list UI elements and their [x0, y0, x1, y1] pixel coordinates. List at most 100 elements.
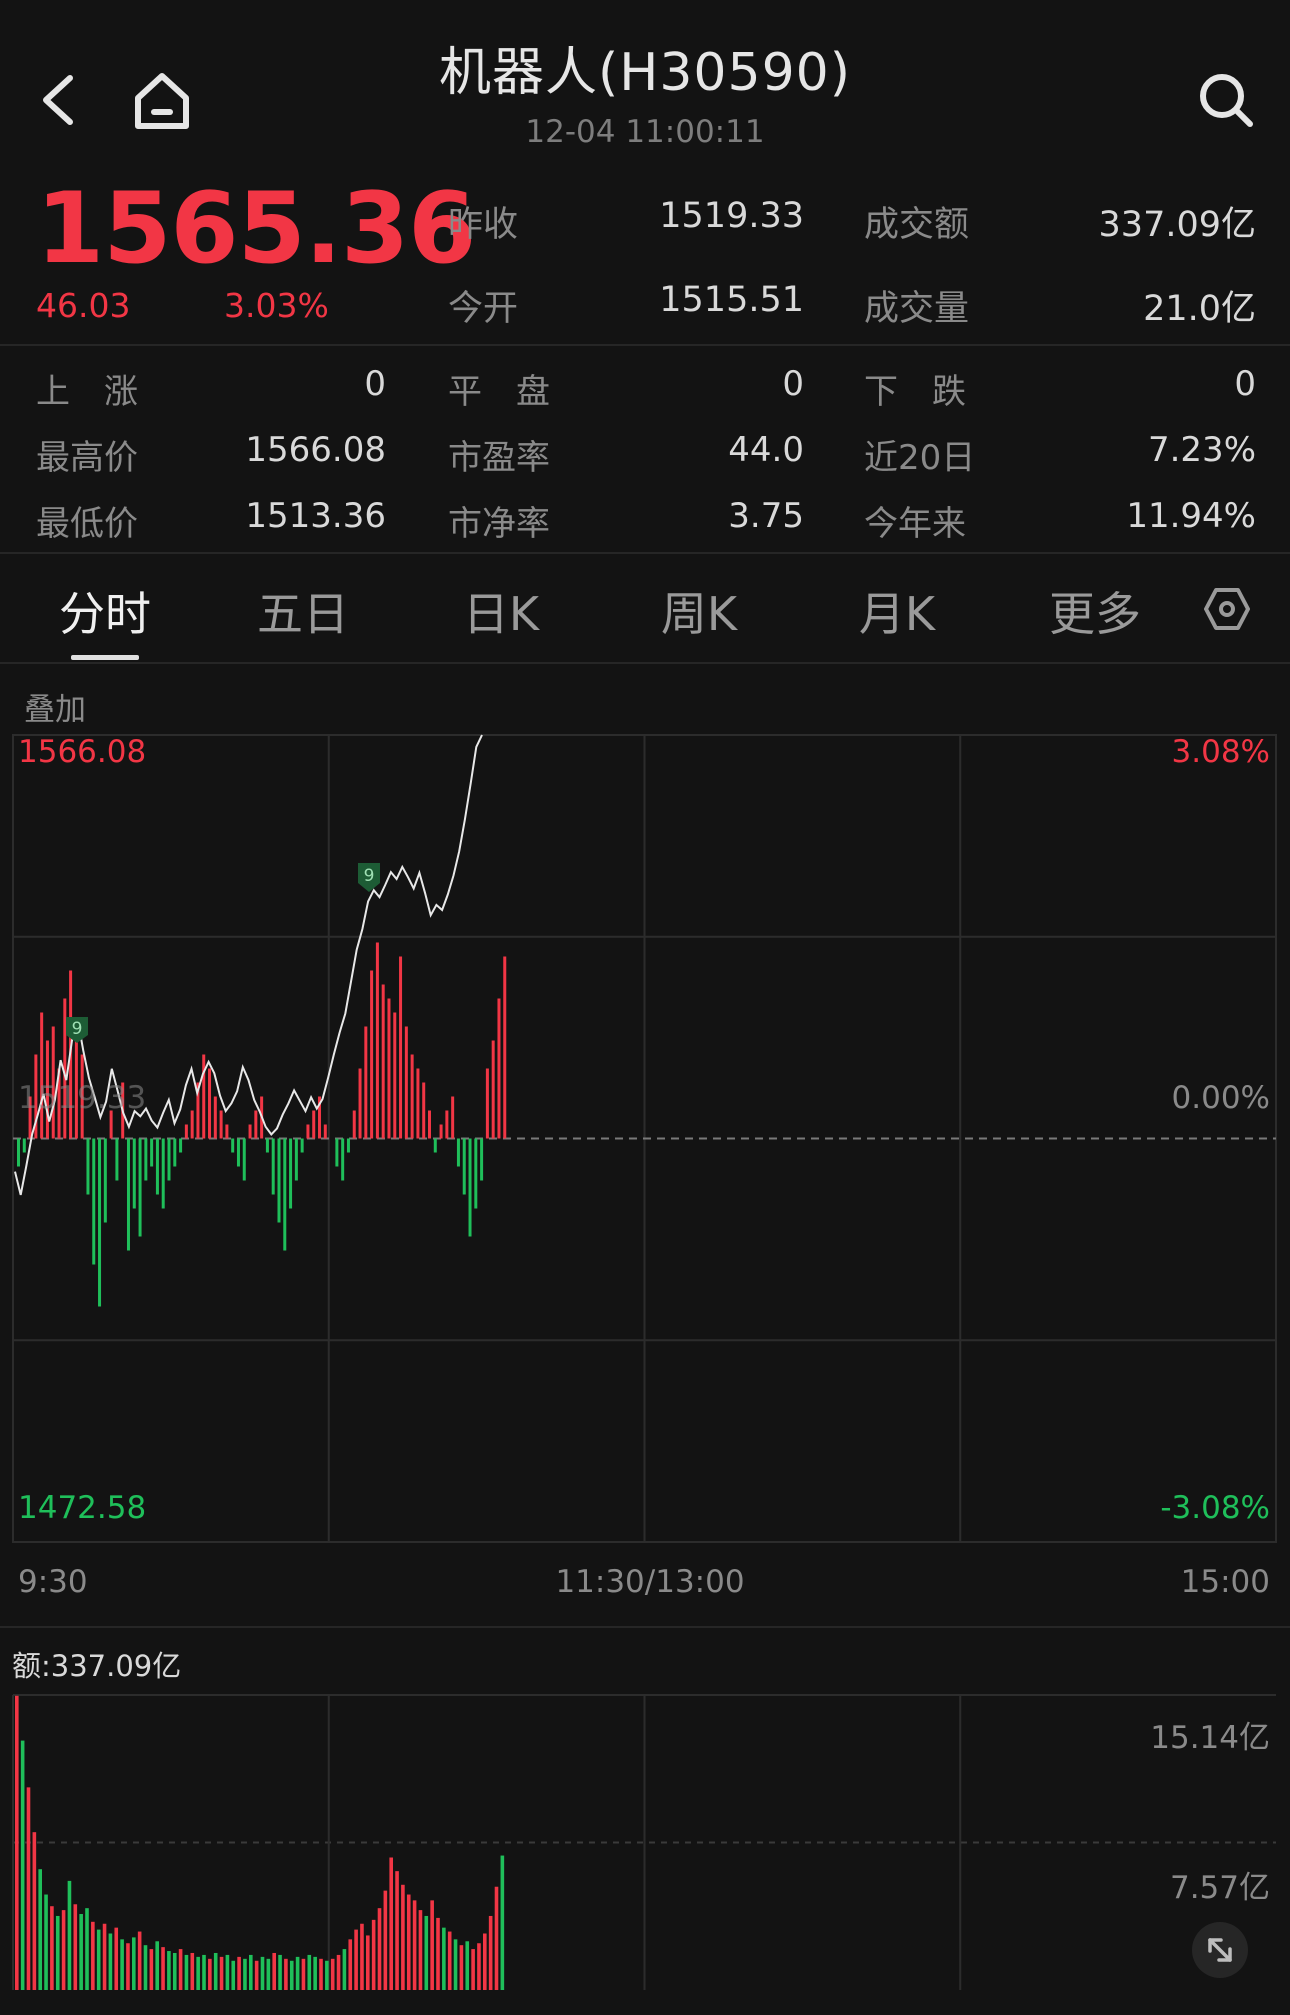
price-change: 46.03 — [36, 286, 131, 325]
momentum-bar — [387, 998, 391, 1139]
stat-value-20d: 7.23% — [1147, 430, 1256, 470]
volume-bar — [430, 1900, 434, 1990]
momentum-bar — [138, 1138, 142, 1237]
time-axis-mid: 11:30/13:00 — [555, 1564, 745, 1600]
momentum-bar — [98, 1138, 102, 1307]
volume-bar — [237, 1956, 241, 1990]
volume-bar — [319, 1958, 323, 1990]
momentum-bar — [335, 1138, 339, 1167]
momentum-bar — [225, 1124, 229, 1139]
volume-bar — [143, 1945, 148, 1990]
momentum-bar — [22, 1138, 26, 1153]
volume-bar — [483, 1933, 487, 1990]
stat-label-fall: 下 跌 — [864, 372, 966, 412]
prev-close-value: 1519.33 — [659, 196, 804, 236]
event-markers: 9 9 — [66, 863, 380, 1043]
event-marker-text: 9 — [364, 866, 375, 886]
volume-bar — [412, 1900, 417, 1990]
volume-bar — [85, 1908, 89, 1990]
turnover-label: 成交额 — [864, 205, 970, 245]
current-price: 1565.36 — [36, 172, 476, 286]
stat-value-ytd: 11.94% — [1126, 496, 1256, 536]
volume-bar — [20, 1740, 25, 1990]
volume-bar — [307, 1954, 312, 1990]
volume-bar — [254, 1960, 259, 1990]
chart-settings-icon[interactable] — [1204, 586, 1250, 632]
stat-value-fall: 0 — [1234, 364, 1256, 404]
volume-bar — [102, 1923, 107, 1990]
momentum-bar — [265, 1138, 269, 1153]
volume-bar — [190, 1952, 195, 1990]
momentum-bar — [277, 1138, 281, 1223]
divider — [0, 552, 1290, 554]
stat-value-rise: 0 — [364, 364, 386, 404]
volume-bar — [249, 1954, 253, 1990]
overlay-button[interactable]: 叠加 — [24, 684, 86, 729]
momentum-bar — [208, 1068, 212, 1139]
volume-bar — [61, 1910, 66, 1990]
momentum-bar — [341, 1138, 345, 1181]
momentum-bar — [236, 1138, 240, 1167]
volume-bar — [284, 1958, 288, 1990]
volume-bar — [149, 1949, 154, 1990]
momentum-bar — [167, 1138, 171, 1181]
momentum-bar — [294, 1138, 298, 1181]
volume-bar — [161, 1947, 165, 1990]
tab-monthly-k[interactable]: 月K — [832, 578, 962, 644]
momentum-bar — [86, 1138, 90, 1195]
stat-value-pe: 44.0 — [728, 430, 804, 470]
search-icon[interactable] — [1196, 70, 1256, 130]
turnover-chart[interactable] — [0, 1690, 1290, 1990]
momentum-bar — [358, 1068, 362, 1139]
tab-five-day[interactable]: 五日 — [238, 578, 368, 644]
volume-bar — [213, 1952, 218, 1990]
volume-bar — [295, 1956, 300, 1990]
volume-bar — [377, 1908, 382, 1990]
volume-bar — [243, 1958, 247, 1990]
momentum-bar — [219, 1110, 223, 1139]
momentum-bar — [103, 1138, 107, 1223]
volume-bar — [114, 1927, 119, 1990]
tab-daily-k[interactable]: 日K — [436, 578, 566, 644]
volume-bar — [260, 1956, 265, 1990]
stat-label-20d: 近20日 — [864, 438, 976, 478]
volume-bar — [406, 1894, 411, 1990]
momentum-bar — [445, 1110, 449, 1139]
momentum-bar — [352, 1110, 356, 1139]
page-title: 机器人(H30590) — [438, 43, 852, 103]
intraday-chart[interactable]: 9 9 — [0, 730, 1290, 1550]
volume-bar — [73, 1904, 78, 1990]
volume-bar — [371, 1919, 376, 1990]
volume-bar — [459, 1945, 464, 1990]
volume-bar — [132, 1937, 136, 1990]
momentum-bar — [173, 1138, 177, 1167]
volume-bar — [108, 1933, 113, 1990]
volume-bar — [26, 1787, 31, 1990]
tab-intraday[interactable]: 分时 — [40, 578, 170, 644]
stat-value-pb: 3.75 — [728, 496, 804, 536]
volume-bar — [38, 1869, 42, 1990]
volume-bar — [67, 1880, 72, 1990]
volume-bar — [424, 1915, 429, 1990]
tab-weekly-k[interactable]: 周K — [634, 578, 764, 644]
volume-bar — [91, 1921, 95, 1990]
volume-bar — [219, 1956, 224, 1990]
stat-label-high: 最高价 — [36, 438, 138, 478]
volume-bar — [354, 1929, 358, 1990]
expand-chart-button[interactable] — [1192, 1922, 1248, 1978]
volume-bar — [44, 1894, 48, 1990]
momentum-bar — [393, 1012, 397, 1139]
volume-bar — [155, 1941, 159, 1990]
volume-bar — [471, 1949, 475, 1990]
momentum-bar — [184, 1124, 188, 1139]
price-axis-bottom: 1472.58 — [18, 1490, 147, 1526]
volume-bar — [325, 1960, 329, 1990]
momentum-bar — [306, 1124, 310, 1139]
momentum-bar — [300, 1138, 304, 1153]
momentum-bar — [364, 1026, 368, 1139]
momentum-bar — [17, 1138, 20, 1167]
momentum-bar — [271, 1138, 275, 1195]
tab-more[interactable]: 更多 — [1030, 578, 1160, 644]
event-marker-text: 9 — [72, 1019, 83, 1039]
momentum-bar — [433, 1138, 437, 1153]
